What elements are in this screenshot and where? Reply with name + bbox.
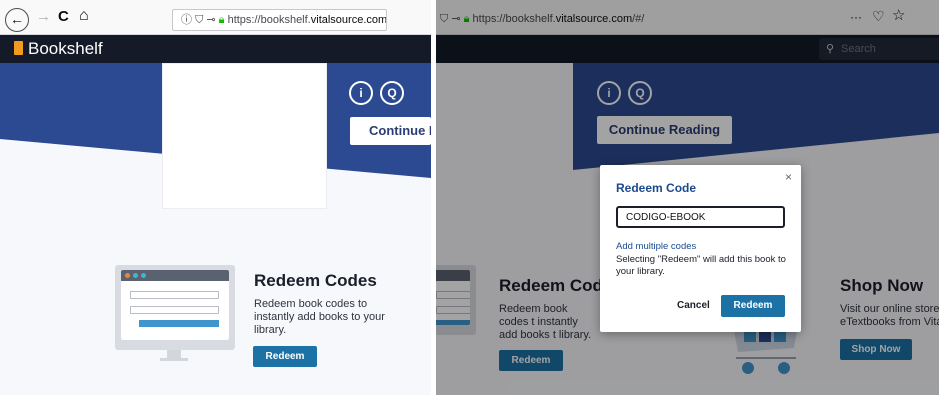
hero-area: i Q Continue Re Redeem Codes Redeem book…: [0, 63, 431, 395]
bookshelf-logo[interactable]: Bookshelf: [14, 39, 103, 59]
info-button[interactable]: i: [349, 81, 373, 105]
redeem-code-dialog: Redeem Code × Add multiple codes Selecti…: [600, 165, 801, 332]
dialog-help-text: Selecting "Redeem" will add this book to…: [616, 254, 786, 277]
lock-icon[interactable]: 🔒︎: [219, 14, 225, 26]
browser-toolbar: ← → C ⌂ ⓘ ⛉ ⊸ 🔒︎ https://bookshelf.vital…: [0, 0, 431, 35]
info-icon[interactable]: ⓘ: [181, 14, 192, 26]
monitor-base: [160, 358, 188, 361]
dialog-title: Redeem Code: [616, 181, 697, 195]
forward-button[interactable]: →: [36, 8, 51, 26]
back-button[interactable]: ←: [5, 8, 29, 32]
reload-button[interactable]: C: [58, 8, 69, 26]
continue-reading-button[interactable]: Continue Re: [350, 117, 431, 145]
tracking-shield-icon[interactable]: ⛉: [195, 14, 203, 26]
close-icon[interactable]: ×: [785, 170, 792, 184]
redeem-code-input[interactable]: [616, 206, 785, 228]
book-icon: [14, 41, 23, 55]
dialog-redeem-button[interactable]: Redeem: [721, 295, 785, 317]
monitor-stand: [167, 350, 181, 358]
redeem-codes-heading: Redeem Codes: [254, 271, 377, 290]
book-search-button[interactable]: Q: [380, 81, 404, 105]
monitor-illustration: [115, 265, 235, 350]
home-button[interactable]: ⌂: [79, 7, 89, 25]
book-cover-placeholder[interactable]: [162, 63, 327, 209]
url-bar[interactable]: ⓘ ⛉ ⊸ 🔒︎ https://bookshelf.vitalsource.c…: [172, 9, 387, 31]
app-header: Bookshelf: [0, 35, 431, 63]
cancel-button[interactable]: Cancel: [677, 300, 710, 311]
right-screenshot-pane: ⛉ ⊸ 🔒︎ https://bookshelf.vitalsource.com…: [436, 0, 939, 395]
redeem-button[interactable]: Redeem: [253, 346, 317, 367]
key-icon: ⊸: [206, 14, 216, 26]
redeem-codes-description: Redeem book codes to instantly add books…: [254, 298, 385, 336]
add-multiple-codes-link[interactable]: Add multiple codes: [616, 241, 696, 252]
left-screenshot-pane: ← → C ⌂ ⓘ ⛉ ⊸ 🔒︎ https://bookshelf.vital…: [0, 0, 431, 395]
